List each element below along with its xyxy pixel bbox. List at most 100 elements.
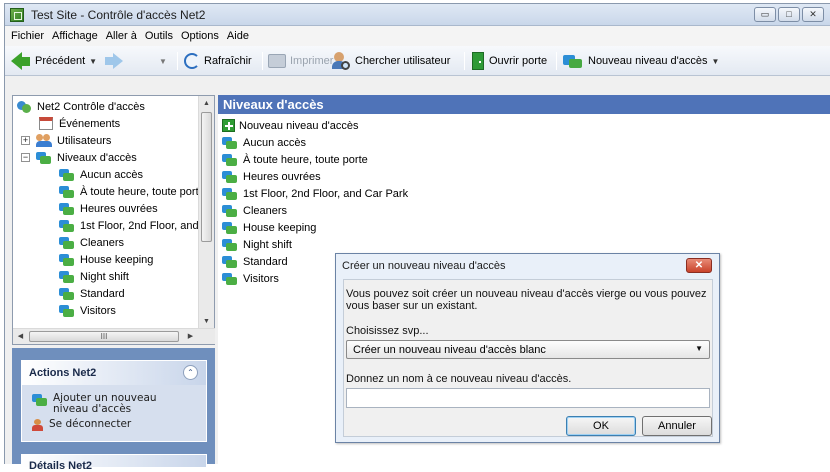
- menu-fichier[interactable]: Fichier: [7, 30, 48, 42]
- template-select-value: Créer un nouveau niveau d'accès blanc: [353, 344, 546, 356]
- list-item-label: 1st Floor, 2nd Floor, and Car Park: [243, 187, 409, 200]
- list-item[interactable]: Visitors: [222, 270, 279, 287]
- refresh-icon: [184, 53, 200, 69]
- tree-level-item[interactable]: Aucun accès: [59, 166, 143, 183]
- collapse-icon[interactable]: −: [21, 153, 30, 162]
- print-button[interactable]: Imprimer: [268, 46, 333, 76]
- toolbar: Précédent ▼ ▼ Rafraîchir Imprimer Cherch…: [5, 46, 830, 76]
- dialog-title: Créer un nouveau niveau d'accès: [342, 260, 506, 272]
- list-item-label: Aucun accès: [243, 136, 306, 149]
- details-panel: Détails Net2: [21, 454, 207, 472]
- list-item[interactable]: Night shift: [222, 236, 292, 253]
- tree-item-root[interactable]: Net2 Contrôle d'accès: [16, 98, 145, 115]
- menu-aller-a[interactable]: Aller à: [102, 30, 141, 42]
- access-level-icon: [59, 219, 74, 233]
- list-item[interactable]: Standard: [222, 253, 288, 270]
- page-title: Niveaux d'accès: [218, 95, 830, 114]
- tree-level-item[interactable]: Night shift: [59, 268, 129, 285]
- access-level-icon: [222, 221, 237, 235]
- list-item[interactable]: Heures ouvrées: [222, 168, 321, 185]
- back-arrow-stem: [22, 56, 30, 66]
- dialog-close-button[interactable]: ✕: [686, 258, 712, 273]
- tree-level-item[interactable]: House keeping: [59, 251, 153, 268]
- list-item-label: Night shift: [243, 238, 292, 251]
- new-level-button[interactable]: Nouveau niveau d'accès ▼: [563, 46, 719, 76]
- tree-level-item[interactable]: Cleaners: [59, 234, 124, 251]
- open-door-button[interactable]: Ouvrir porte: [472, 46, 547, 76]
- list-item[interactable]: 1st Floor, 2nd Floor, and Car Park: [222, 185, 408, 202]
- list-item[interactable]: Cleaners: [222, 202, 287, 219]
- access-level-icon: [36, 151, 51, 165]
- refresh-button[interactable]: Rafraîchir: [184, 46, 252, 76]
- calendar-icon: [39, 117, 53, 130]
- add-level-label: Ajouter un nouveau niveau d'accès: [53, 392, 157, 415]
- tree-vertical-scrollbar[interactable]: ▲ ▼: [198, 96, 214, 329]
- forward-button[interactable]: [105, 46, 123, 76]
- back-button[interactable]: Précédent ▼: [11, 46, 97, 76]
- title-bar: Test Site - Contrôle d'accès Net2 ▭ □ ✕: [5, 4, 830, 26]
- menu-affichage[interactable]: Affichage: [48, 30, 102, 42]
- access-level-icon: [222, 187, 237, 201]
- tree-horizontal-scrollbar[interactable]: ◀ III ▶: [13, 328, 215, 344]
- list-item[interactable]: House keeping: [222, 219, 316, 236]
- navigation-tree: Net2 Contrôle d'accès Événements + Utili…: [12, 95, 215, 345]
- tree-level-item[interactable]: 1st Floor, 2nd Floor, and: [59, 217, 199, 234]
- scroll-thumb[interactable]: III: [29, 331, 179, 342]
- ok-button[interactable]: OK: [566, 416, 636, 436]
- list-item[interactable]: À toute heure, toute porte: [222, 151, 368, 168]
- back-arrow-icon: [11, 52, 22, 70]
- forward-dropdown[interactable]: ▼: [159, 46, 167, 76]
- new-level-label: Nouveau niveau d'accès: [588, 55, 708, 67]
- tree-level-item[interactable]: Visitors: [59, 302, 116, 319]
- logout-link[interactable]: Se déconnecter: [32, 419, 131, 431]
- access-level-icon: [59, 287, 74, 301]
- access-level-icon: [59, 168, 74, 182]
- list-item[interactable]: Aucun accès: [222, 134, 306, 151]
- tree-level-item[interactable]: Heures ouvrées: [59, 200, 158, 217]
- list-item-label: Cleaners: [243, 204, 288, 217]
- new-level-dropdown-icon[interactable]: ▼: [712, 57, 720, 66]
- level-name-input[interactable]: [346, 388, 710, 408]
- scroll-down-icon[interactable]: ▼: [199, 314, 214, 329]
- menu-aide[interactable]: Aide: [223, 30, 253, 42]
- tree-item-users[interactable]: + Utilisateurs: [21, 132, 111, 149]
- list-item-label: Heures ouvrées: [243, 170, 321, 183]
- tree-level-label: Cleaners: [80, 236, 125, 249]
- dropdown-arrow-icon: ▼: [695, 344, 703, 353]
- list-item-label: À toute heure, toute porte: [243, 153, 368, 166]
- scroll-up-icon[interactable]: ▲: [199, 96, 214, 111]
- maximize-button[interactable]: □: [778, 7, 800, 22]
- new-level-list-item[interactable]: Nouveau niveau d'accès: [222, 117, 359, 134]
- access-level-icon: [222, 136, 237, 150]
- access-level-icon: [222, 255, 237, 269]
- access-level-icon: [59, 236, 74, 250]
- window-controls: ▭ □ ✕: [754, 7, 824, 22]
- expand-icon[interactable]: +: [21, 136, 30, 145]
- scroll-right-icon[interactable]: ▶: [183, 329, 198, 344]
- toolbar-separator: [464, 52, 465, 70]
- cancel-button[interactable]: Annuler: [642, 416, 712, 436]
- template-select[interactable]: Créer un nouveau niveau d'accès blanc ▼: [346, 340, 710, 359]
- search-user-button[interactable]: Chercher utilisateur: [332, 46, 450, 76]
- close-window-button[interactable]: ✕: [802, 7, 824, 22]
- add-level-link[interactable]: Ajouter un nouveau niveau d'accès: [32, 393, 183, 415]
- tree-item-levels[interactable]: − Niveaux d'accès: [21, 149, 137, 166]
- actions-panel-title: Actions Net2: [22, 361, 206, 385]
- tree-level-item[interactable]: Standard: [59, 285, 125, 302]
- dialog-description-line2: vous baser sur un existant.: [346, 300, 478, 312]
- menu-outils[interactable]: Outils: [141, 30, 177, 42]
- collapse-icon[interactable]: ⌃: [183, 365, 198, 380]
- scroll-left-icon[interactable]: ◀: [13, 329, 28, 344]
- create-level-dialog: Créer un nouveau niveau d'accès ✕ Vous p…: [335, 253, 720, 443]
- search-user-icon: [332, 52, 350, 70]
- forward-dropdown-icon: ▼: [159, 56, 167, 66]
- back-dropdown-icon[interactable]: ▼: [89, 57, 97, 66]
- list-item-label: Nouveau niveau d'accès: [239, 119, 359, 132]
- scroll-thumb[interactable]: [201, 112, 212, 242]
- tree-level-item[interactable]: À toute heure, toute porte: [59, 183, 205, 200]
- menu-options[interactable]: Options: [177, 30, 223, 42]
- choose-label: Choisissez svp...: [346, 325, 429, 337]
- dialog-description-line1: Vous pouvez soit créer un nouveau niveau…: [346, 288, 707, 300]
- tree-item-events[interactable]: Événements: [39, 115, 120, 132]
- minimize-button[interactable]: ▭: [754, 7, 776, 22]
